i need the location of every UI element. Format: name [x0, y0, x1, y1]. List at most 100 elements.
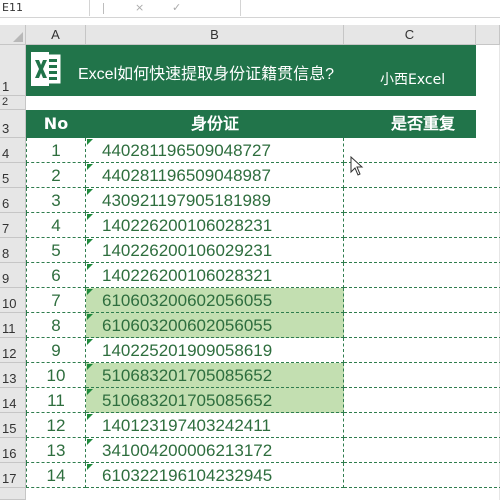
- formula-input[interactable]: [240, 0, 500, 16]
- cell-no[interactable]: 1: [26, 138, 86, 163]
- formula-bar-separator: [103, 3, 104, 14]
- table-row: 1 440281196509048727: [26, 138, 500, 163]
- row-header[interactable]: 16: [0, 438, 26, 463]
- cell-id[interactable]: 610322196104232945: [86, 463, 344, 488]
- cell-id-duplicate[interactable]: 610603200602056055: [86, 313, 344, 338]
- cell-duplicate[interactable]: [344, 313, 500, 338]
- cell-duplicate[interactable]: [344, 188, 500, 213]
- cell-id[interactable]: 440281196509048727: [86, 138, 344, 163]
- cancel-icon[interactable]: ×: [135, 1, 144, 15]
- cell-no[interactable]: 14: [26, 463, 86, 488]
- column-header-c[interactable]: C: [344, 25, 476, 45]
- cell-no[interactable]: 4: [26, 213, 86, 238]
- cell-no[interactable]: 7: [26, 288, 86, 313]
- cell-duplicate[interactable]: [344, 463, 500, 488]
- row-header[interactable]: 15: [0, 413, 26, 438]
- row-header[interactable]: 12: [0, 338, 26, 363]
- row-header[interactable]: 7: [0, 213, 26, 238]
- cell-no[interactable]: 3: [26, 188, 86, 213]
- cell-duplicate[interactable]: [344, 213, 500, 238]
- cell-id[interactable]: 140225201909058619: [86, 338, 344, 363]
- cell-id[interactable]: 440281196509048987: [86, 163, 344, 188]
- cell-duplicate[interactable]: [344, 413, 500, 438]
- cell-no[interactable]: 8: [26, 313, 86, 338]
- error-indicator-icon: [87, 164, 93, 170]
- cell-no[interactable]: 12: [26, 413, 86, 438]
- row-header[interactable]: 6: [0, 188, 26, 213]
- cell-duplicate[interactable]: [344, 288, 500, 313]
- row-header[interactable]: 3: [0, 110, 26, 138]
- row-header[interactable]: 11: [0, 313, 26, 338]
- cell-duplicate[interactable]: [344, 438, 500, 463]
- cell-duplicate[interactable]: [344, 388, 500, 413]
- error-indicator-icon: [87, 339, 93, 345]
- cell-id-duplicate[interactable]: 510683201705085652: [86, 363, 344, 388]
- row-header[interactable]: 1: [0, 45, 26, 96]
- cell-no[interactable]: 5: [26, 238, 86, 263]
- row-header[interactable]: 5: [0, 163, 26, 188]
- confirm-icon[interactable]: ✓: [172, 1, 181, 15]
- column-header-a[interactable]: A: [26, 25, 86, 45]
- cell-id[interactable]: 140226200106028321: [86, 263, 344, 288]
- table-row: 12 140123197403242411: [26, 413, 500, 438]
- cell-id-duplicate[interactable]: 610603200602056055: [86, 288, 344, 313]
- column-header-b[interactable]: B: [86, 25, 344, 45]
- cell-id[interactable]: 140123197403242411: [86, 413, 344, 438]
- cell-duplicate[interactable]: [344, 338, 500, 363]
- error-indicator-icon: [87, 389, 93, 395]
- table-row: 13 341004200006213172: [26, 438, 500, 463]
- error-indicator-icon: [87, 239, 93, 245]
- header-duplicate[interactable]: 是否重复: [344, 110, 500, 138]
- table-row: 14 610322196104232945: [26, 463, 500, 488]
- row-header[interactable]: 14: [0, 388, 26, 413]
- table-row: 8 610603200602056055: [26, 313, 500, 338]
- row-header[interactable]: [0, 488, 26, 500]
- cell-id[interactable]: 140226200106029231: [86, 238, 344, 263]
- cell-duplicate[interactable]: [344, 363, 500, 388]
- cell-duplicate[interactable]: [344, 238, 500, 263]
- cell-id[interactable]: 140226200106028231: [86, 213, 344, 238]
- author-label: 小西Excel: [380, 72, 446, 88]
- title-banner[interactable]: Excel如何快速提取身份证籍贯信息? 小西Excel: [26, 45, 476, 96]
- sheet-title: Excel如何快速提取身份证籍贯信息?: [78, 66, 335, 83]
- table-header-row: No 身份证 是否重复: [26, 110, 476, 138]
- error-indicator-icon: [87, 439, 93, 445]
- cell-id[interactable]: 341004200006213172: [86, 438, 344, 463]
- cell-duplicate[interactable]: [344, 138, 500, 163]
- cell-no[interactable]: 10: [26, 363, 86, 388]
- table-row: 5 140226200106029231: [26, 238, 500, 263]
- cell-no[interactable]: 13: [26, 438, 86, 463]
- cell-no[interactable]: 6: [26, 263, 86, 288]
- row-header[interactable]: 13: [0, 363, 26, 388]
- error-indicator-icon: [87, 189, 93, 195]
- error-indicator-icon: [87, 364, 93, 370]
- row-header[interactable]: 17: [0, 463, 26, 488]
- error-indicator-icon: [87, 414, 93, 420]
- error-indicator-icon: [87, 314, 93, 320]
- formula-bar: E11 × ✓: [0, 0, 500, 18]
- cell-id[interactable]: 430921197905181989: [86, 188, 344, 213]
- row-header[interactable]: 9: [0, 263, 26, 288]
- cell-no[interactable]: 9: [26, 338, 86, 363]
- header-id[interactable]: 身份证: [86, 110, 344, 138]
- table-row: 11 510683201705085652: [26, 388, 500, 413]
- cell-id-duplicate[interactable]: 510683201705085652: [86, 388, 344, 413]
- select-all-button[interactable]: [0, 25, 26, 45]
- name-box[interactable]: E11: [0, 0, 90, 16]
- cell-duplicate[interactable]: [344, 163, 500, 188]
- cell-no[interactable]: 2: [26, 163, 86, 188]
- table-row: 2 440281196509048987: [26, 163, 500, 188]
- error-indicator-icon: [87, 464, 93, 470]
- column-header-d[interactable]: [476, 25, 500, 45]
- cell-duplicate[interactable]: [344, 263, 500, 288]
- row-header[interactable]: 10: [0, 288, 26, 313]
- table-row: 7 610603200602056055: [26, 288, 500, 313]
- cell-no[interactable]: 11: [26, 388, 86, 413]
- row-header[interactable]: 4: [0, 138, 26, 163]
- row-header[interactable]: 2: [0, 96, 26, 110]
- excel-logo-icon: [31, 52, 61, 86]
- header-no[interactable]: No: [26, 110, 86, 138]
- select-all-icon: [13, 32, 23, 42]
- row-header[interactable]: 8: [0, 238, 26, 263]
- error-indicator-icon: [87, 214, 93, 220]
